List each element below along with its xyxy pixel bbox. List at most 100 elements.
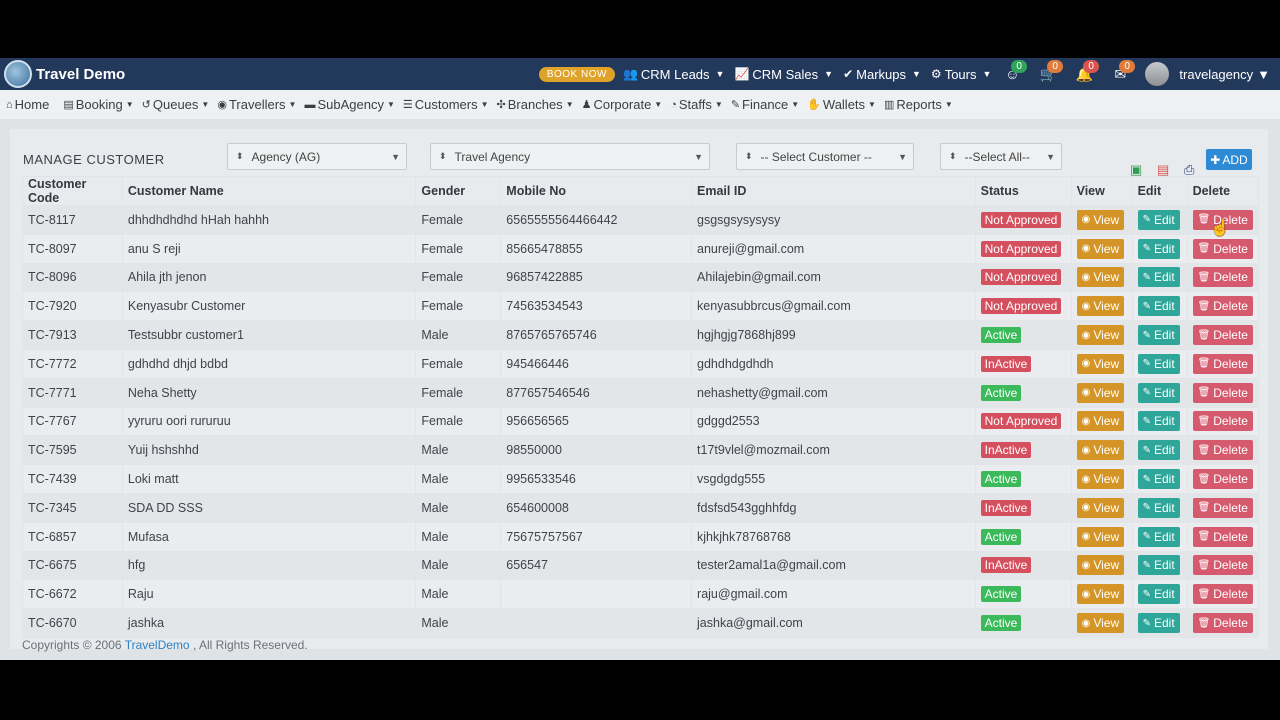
edit-button[interactable]: ✎ Edit	[1137, 209, 1180, 230]
delete-button[interactable]: 🗑 Delete	[1192, 555, 1253, 576]
nav-item-subagency[interactable]: ▬ SubAgency ▼	[304, 97, 394, 112]
view-button[interactable]: ◉ View	[1076, 382, 1125, 403]
topmenu-markups[interactable]: ✔ Markups ▼	[843, 67, 921, 82]
delete-button[interactable]: 🗑 Delete	[1192, 238, 1253, 259]
delete-button[interactable]: 🗑 Delete	[1192, 469, 1253, 490]
smile-notification[interactable]: ☺ 0	[1001, 58, 1027, 90]
nav-item-reports[interactable]: ▥ Reports ▼	[884, 97, 953, 112]
delete-label: Delete	[1213, 443, 1248, 458]
column-header: Email ID	[691, 176, 976, 206]
edit-button[interactable]: ✎ Edit	[1137, 497, 1180, 518]
column-header: Customer Code	[22, 176, 123, 206]
delete-button[interactable]: 🗑 Delete	[1192, 584, 1253, 605]
footer-link[interactable]: TravelDemo	[125, 638, 190, 652]
cell-status: Active	[974, 521, 1072, 552]
edit-button[interactable]: ✎ Edit	[1137, 440, 1180, 461]
edit-button[interactable]: ✎ Edit	[1137, 238, 1180, 259]
edit-button[interactable]: ✎ Edit	[1137, 267, 1180, 288]
view-label: View	[1093, 529, 1120, 544]
edit-button[interactable]: ✎ Edit	[1137, 526, 1180, 547]
cell-name: dhhdhdhdhd hHah hahhh	[121, 205, 417, 235]
chevron-down-icon[interactable]: ▼	[1257, 67, 1270, 82]
topmenu-crm-leads[interactable]: 👥 CRM Leads ▼	[623, 67, 725, 82]
view-button[interactable]: ◉ View	[1076, 526, 1125, 547]
topmenu-crm-sales[interactable]: 📈 CRM Sales ▼	[734, 67, 833, 82]
delete-button[interactable]: 🗑 Delete	[1192, 296, 1253, 317]
view-button[interactable]: ◉ View	[1076, 209, 1125, 230]
view-button[interactable]: ◉ View	[1076, 325, 1125, 346]
delete-button[interactable]: 🗑 Delete	[1192, 613, 1253, 634]
edit-button[interactable]: ✎ Edit	[1137, 325, 1180, 346]
book-now-button[interactable]: BOOK NOW	[538, 66, 615, 82]
nav-item-finance[interactable]: ✎ Finance ▼	[731, 97, 799, 112]
edit-label: Edit	[1153, 472, 1175, 487]
mail-notification[interactable]: ✉ 0	[1109, 58, 1135, 90]
cell-code: TC-7595	[22, 435, 123, 466]
edit-label: Edit	[1153, 414, 1175, 429]
cell-name: jashka	[121, 608, 417, 638]
delete-button[interactable]: 🗑 Delete	[1192, 267, 1253, 288]
avatar[interactable]	[1145, 62, 1170, 86]
edit-button[interactable]: ✎ Edit	[1137, 555, 1180, 576]
view-button[interactable]: ◉ View	[1076, 497, 1125, 518]
nav-item-staffs[interactable]: ◔ Staffs ▼	[670, 97, 723, 112]
nav-item-queues[interactable]: ↺ Queues ▼	[142, 97, 210, 112]
travel-agency-select[interactable]: ⬍ Travel Agency ▼	[430, 143, 710, 170]
delete-button[interactable]: 🗑 Delete	[1192, 325, 1253, 346]
view-button[interactable]: ◉ View	[1076, 469, 1125, 490]
cell-name: Neha Shetty	[121, 377, 417, 408]
delete-button[interactable]: 🗑 Delete	[1192, 440, 1253, 461]
nav-item-corporate[interactable]: ♟ Corporate ▼	[582, 97, 663, 112]
view-button[interactable]: ◉ View	[1076, 440, 1125, 461]
edit-button[interactable]: ✎ Edit	[1137, 584, 1180, 605]
nav-item-home[interactable]: ⌂ Home	[6, 97, 49, 112]
add-customer-button[interactable]: ✚ ADD	[1206, 149, 1252, 170]
customer-select[interactable]: ⬍ -- Select Customer -- ▼	[736, 143, 914, 170]
status-select[interactable]: ⬍ --Select All-- ▼	[940, 143, 1062, 170]
bell-notification[interactable]: 🔔 0	[1073, 58, 1099, 90]
logo[interactable]: Travel Demo	[4, 60, 125, 88]
status-badge: Active	[980, 586, 1022, 603]
edit-icon: ✎	[1142, 271, 1151, 283]
eye-icon: ◉	[1081, 473, 1091, 485]
edit-button[interactable]: ✎ Edit	[1137, 353, 1180, 374]
delete-button[interactable]: 🗑 Delete	[1192, 497, 1253, 518]
view-button[interactable]: ◉ View	[1076, 238, 1125, 259]
view-button[interactable]: ◉ View	[1076, 613, 1125, 634]
delete-button[interactable]: 🗑 Delete	[1192, 526, 1253, 547]
cell-view: ◉ View	[1070, 406, 1133, 437]
view-button[interactable]: ◉ View	[1076, 296, 1125, 317]
topmenu-label: CRM Leads	[640, 66, 710, 82]
cell-edit: ✎ Edit	[1131, 377, 1188, 408]
nav-item-travellers[interactable]: ◉ Travellers ▼	[217, 97, 296, 112]
cell-edit: ✎ Edit	[1131, 348, 1188, 379]
edit-button[interactable]: ✎ Edit	[1137, 296, 1180, 317]
delete-button[interactable]: 🗑 Delete	[1192, 353, 1253, 374]
trash-icon: 🗑	[1197, 502, 1211, 514]
delete-button[interactable]: 🗑 Delete	[1192, 411, 1253, 432]
user-name[interactable]: travelagency	[1179, 67, 1253, 82]
cart-notification[interactable]: 🛒 0	[1037, 58, 1063, 90]
nav-item-booking[interactable]: ▤ Booking ▼	[63, 97, 133, 112]
view-button[interactable]: ◉ View	[1076, 555, 1125, 576]
agency-type-select[interactable]: ⬍ Agency (AG) ▼	[227, 143, 407, 170]
cell-gender: Female	[415, 406, 502, 437]
edit-icon: ✎	[1142, 387, 1151, 399]
edit-icon: ✎	[1142, 214, 1151, 226]
topmenu-tours[interactable]: ⚙ Tours ▼	[931, 67, 991, 82]
view-button[interactable]: ◉ View	[1076, 353, 1125, 374]
nav-item-customers[interactable]: ☰ Customers ▼	[403, 97, 489, 112]
edit-button[interactable]: ✎ Edit	[1137, 469, 1180, 490]
cell-status: Not Approved	[974, 233, 1072, 264]
edit-button[interactable]: ✎ Edit	[1137, 613, 1180, 634]
nav-item-wallets[interactable]: ✋ Wallets ▼	[807, 97, 876, 112]
view-button[interactable]: ◉ View	[1076, 584, 1125, 605]
delete-button[interactable]: 🗑 Delete	[1192, 382, 1253, 403]
nav-item-label: Customers	[414, 97, 478, 112]
edit-button[interactable]: ✎ Edit	[1137, 382, 1180, 403]
view-button[interactable]: ◉ View	[1076, 267, 1125, 288]
view-button[interactable]: ◉ View	[1076, 411, 1125, 432]
edit-label: Edit	[1153, 241, 1175, 256]
nav-item-branches[interactable]: ✣ Branches ▼	[497, 97, 574, 112]
edit-button[interactable]: ✎ Edit	[1137, 411, 1180, 432]
